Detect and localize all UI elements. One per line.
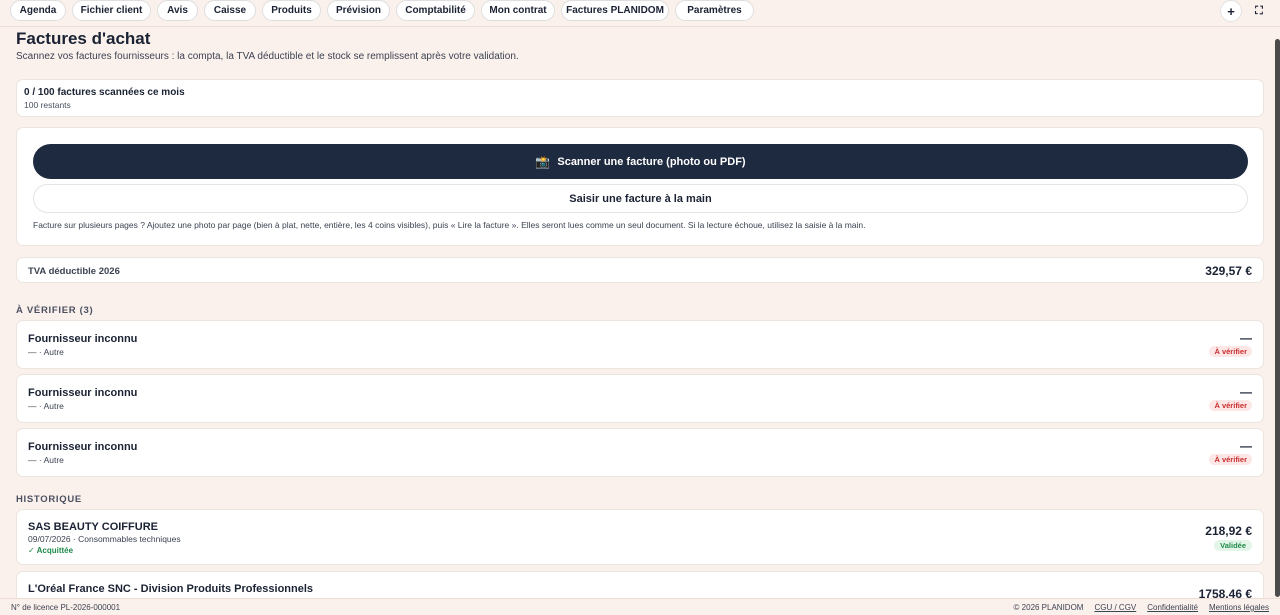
invoice-amount: —: [1240, 331, 1252, 345]
camera-icon: 📸: [535, 154, 551, 169]
invoice-meta: — · Autre: [28, 455, 64, 465]
tva-card: TVA déductible 2026 329,57 €: [16, 257, 1264, 283]
invoice-supplier: Fournisseur inconnu: [28, 333, 138, 345]
scan-card: 📸 Scanner une facture (photo ou PDF) Sai…: [16, 127, 1264, 246]
invoice-card[interactable]: Fournisseur inconnu — · Autre — À vérifi…: [16, 428, 1264, 477]
status-badge: Validée: [1214, 540, 1252, 551]
tab-avis[interactable]: Avis: [157, 0, 198, 21]
history-invoice-card[interactable]: SAS BEAUTY COIFFURE 09/07/2026 · Consomm…: [16, 509, 1264, 565]
link-confidentialite[interactable]: Confidentialité: [1147, 603, 1198, 612]
tab-comptabilite[interactable]: Comptabilité: [396, 0, 475, 21]
tab-agenda[interactable]: Agenda: [10, 0, 66, 21]
page-title: Factures d'achat: [16, 29, 151, 48]
invoice-amount: —: [1240, 439, 1252, 453]
tab-prevision[interactable]: Prévision: [327, 0, 390, 21]
invoice-meta: — · Autre: [28, 347, 64, 357]
invoice-amount: —: [1240, 385, 1252, 399]
tab-produits[interactable]: Produits: [262, 0, 321, 21]
scan-invoice-label: Scanner une facture (photo ou PDF): [557, 155, 746, 168]
tab-factures-planidom[interactable]: Factures PLANIDOM: [561, 0, 669, 21]
invoice-card[interactable]: Fournisseur inconnu — · Autre — À vérifi…: [16, 374, 1264, 423]
add-icon[interactable]: +: [1220, 0, 1242, 22]
page-subtitle: Scannez vos factures fournisseurs : la c…: [16, 51, 519, 62]
scan-invoice-button[interactable]: 📸 Scanner une facture (photo ou PDF): [33, 144, 1248, 179]
link-mentions-legales[interactable]: Mentions légales: [1209, 603, 1269, 612]
nav-tabs: Agenda Fichier client Avis Caisse Produi…: [10, 0, 754, 21]
invoice-meta: — · Autre: [28, 401, 64, 411]
status-badge: À vérifier: [1209, 454, 1252, 465]
copyright: © 2026 PLANIDOM: [1013, 603, 1084, 612]
tva-label: TVA déductible 2026: [28, 266, 120, 277]
top-actions: + ⛶: [1220, 0, 1270, 22]
status-badge: À vérifier: [1209, 400, 1252, 411]
invoice-card[interactable]: Fournisseur inconnu — · Autre — À vérifi…: [16, 320, 1264, 369]
scan-help-text: Facture sur plusieurs pages ? Ajoutez un…: [33, 220, 866, 230]
scan-quota-card: 0 / 100 factures scannées ce mois 100 re…: [16, 79, 1264, 117]
manual-entry-button[interactable]: Saisir une facture à la main: [33, 184, 1248, 213]
footer-links: © 2026 PLANIDOM CGU / CGV Confidentialit…: [1014, 603, 1269, 612]
section-to-verify-title: À VÉRIFIER (3): [16, 305, 94, 316]
paid-status: ✓ Acquittée: [28, 546, 74, 555]
quota-count: 0 / 100 factures scannées ce mois: [24, 87, 185, 98]
invoice-supplier: SAS BEAUTY COIFFURE: [28, 521, 158, 533]
invoice-supplier: L'Oréal France SNC - Division Produits P…: [28, 583, 314, 595]
section-history-title: HISTORIQUE: [16, 494, 82, 505]
tab-parametres[interactable]: Paramètres: [675, 0, 754, 21]
scrollbar[interactable]: [1275, 39, 1280, 597]
quota-remaining: 100 restants: [24, 100, 71, 110]
link-cgu-cgv[interactable]: CGU / CGV: [1094, 603, 1136, 612]
tab-caisse[interactable]: Caisse: [204, 0, 256, 21]
status-badge: À vérifier: [1209, 346, 1252, 357]
invoice-meta: 09/07/2026 · Consommables techniques: [28, 534, 181, 544]
footer: N° de licence PL-2026-000001 © 2026 PLAN…: [0, 598, 1280, 615]
fullscreen-icon[interactable]: ⛶: [1248, 0, 1270, 22]
tab-fichier-client[interactable]: Fichier client: [72, 0, 151, 21]
tab-mon-contrat[interactable]: Mon contrat: [481, 0, 555, 21]
invoice-supplier: Fournisseur inconnu: [28, 441, 138, 453]
license-number: N° de licence PL-2026-000001: [11, 603, 121, 612]
tva-value: 329,57 €: [1205, 264, 1252, 278]
top-navigation: Agenda Fichier client Avis Caisse Produi…: [0, 0, 1280, 27]
invoice-supplier: Fournisseur inconnu: [28, 387, 138, 399]
invoice-amount: 218,92 €: [1205, 524, 1252, 538]
